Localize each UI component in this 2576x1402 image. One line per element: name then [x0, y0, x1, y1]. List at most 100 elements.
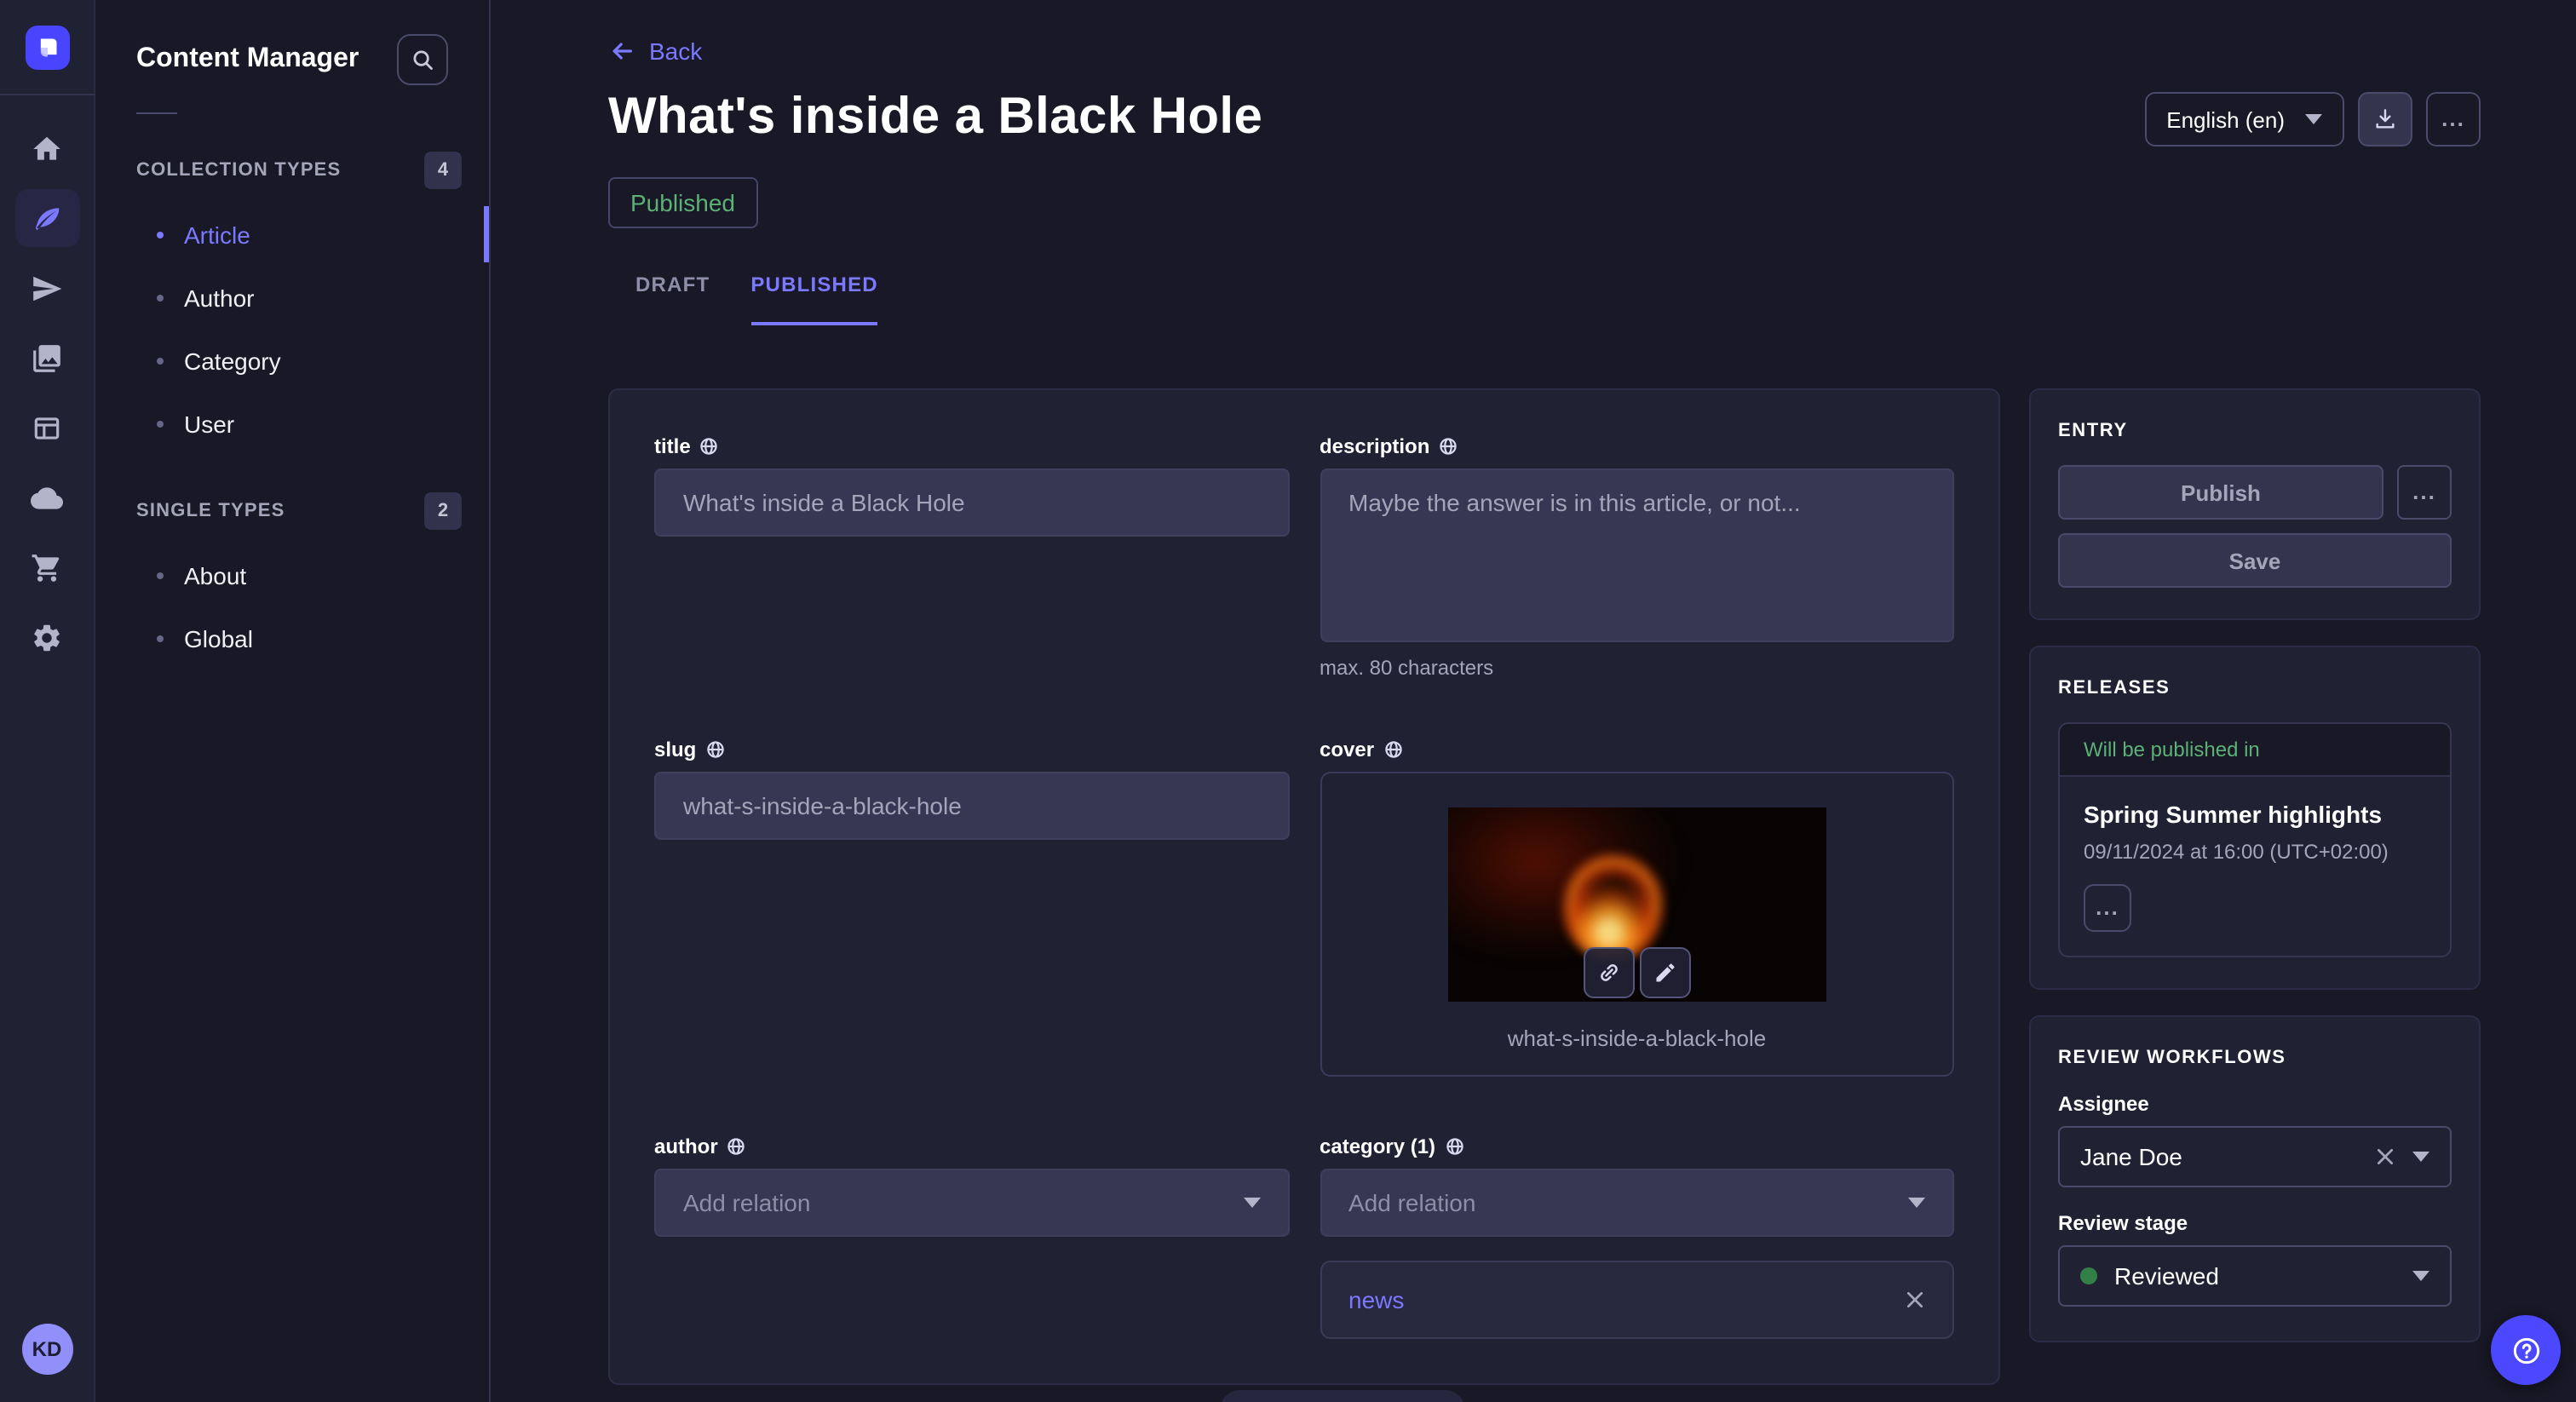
question-mark-icon — [2509, 1333, 2543, 1367]
help-button[interactable] — [2491, 1315, 2561, 1385]
field-category: category (1) Add relation news — [1320, 1135, 1954, 1339]
release-date: 09/11/2024 at 16:00 (UTC+02:00) — [2084, 840, 2426, 864]
release-more-button[interactable]: ... — [2084, 884, 2131, 932]
home-icon[interactable] — [14, 119, 79, 177]
bullet-icon — [157, 357, 164, 364]
sidebar-item-author[interactable]: Author — [95, 266, 489, 329]
locale-select[interactable]: English (en) — [2144, 92, 2344, 147]
edit-media-button[interactable] — [1640, 947, 1691, 998]
field-slug: slug — [654, 738, 1289, 1077]
field-title: title — [654, 434, 1289, 680]
review-stage-label: Review stage — [2058, 1211, 2452, 1235]
side-panels: ENTRY Publish ... Save RELEASES Will be — [2029, 388, 2481, 1342]
collection-types-section: COLLECTION TYPES 4 Article Author Catego… — [95, 152, 489, 455]
marketplace-cart-icon[interactable] — [14, 538, 79, 596]
category-tag-row: news — [1320, 1261, 1954, 1339]
field-cover: cover — [1320, 738, 1954, 1077]
sidebar-divider — [136, 112, 177, 114]
assignee-combobox[interactable]: Jane Doe — [2058, 1126, 2452, 1187]
next-section-peek — [1220, 1390, 1465, 1402]
settings-gear-icon[interactable] — [14, 608, 79, 666]
entry-panel-title: ENTRY — [2058, 421, 2452, 441]
locale-globe-icon — [727, 1136, 747, 1157]
category-tag-news[interactable]: news — [1348, 1286, 1404, 1313]
page-title: What's inside a Black Hole — [608, 89, 1262, 147]
content-manager-app: KD Content Manager COLLECTION TYPES 4 Ar… — [0, 0, 2576, 1402]
locale-globe-icon — [1444, 1136, 1464, 1157]
back-link[interactable]: Back — [608, 37, 702, 65]
slug-input[interactable] — [654, 772, 1289, 840]
rail-nav — [14, 119, 79, 666]
deploy-cloud-icon[interactable] — [14, 468, 79, 526]
version-tabs: DRAFT PUBLISHED — [608, 273, 2481, 325]
chevron-down-icon — [2305, 114, 2322, 124]
download-icon — [2372, 106, 2399, 133]
bullet-icon — [157, 572, 164, 578]
sidebar-item-article[interactable]: Article — [95, 203, 489, 266]
link-icon — [1597, 961, 1621, 985]
review-workflows-panel: REVIEW WORKFLOWS Assignee Jane Doe Revie… — [2029, 1015, 2481, 1342]
cover-media-card: what-s-inside-a-black-hole — [1320, 772, 1954, 1077]
save-button[interactable]: Save — [2058, 533, 2452, 588]
content-type-builder-icon[interactable] — [14, 399, 79, 457]
release-name[interactable]: Spring Summer highlights — [2084, 801, 2426, 828]
strapi-logo-icon — [25, 25, 69, 69]
chevron-down-icon — [2412, 1152, 2429, 1162]
collection-types-count-badge: 4 — [424, 152, 462, 189]
tab-published[interactable]: PUBLISHED — [750, 273, 878, 325]
collection-types-label: COLLECTION TYPES — [136, 160, 341, 181]
category-relation-select[interactable]: Add relation — [1320, 1169, 1954, 1237]
locale-globe-icon — [1438, 436, 1458, 457]
locale-globe-icon — [704, 739, 725, 760]
publish-button[interactable]: Publish — [2058, 465, 2383, 520]
bullet-icon — [157, 635, 164, 641]
field-author: author Add relation — [654, 1135, 1289, 1339]
export-button[interactable] — [2358, 92, 2412, 147]
releases-panel-title: RELEASES — [2058, 678, 2452, 698]
sidebar-item-category[interactable]: Category — [95, 329, 489, 392]
sidebar-item-global[interactable]: Global — [95, 606, 489, 669]
transfer-icon[interactable] — [14, 259, 79, 317]
cover-filename: what-s-inside-a-black-hole — [1508, 1026, 1766, 1051]
bullet-icon — [157, 294, 164, 301]
chevron-down-icon — [1243, 1198, 1260, 1208]
pencil-icon — [1653, 961, 1677, 985]
entry-more-button[interactable]: ... — [2397, 465, 2452, 520]
user-avatar[interactable]: KD — [21, 1324, 72, 1375]
release-card: Will be published in Spring Summer highl… — [2058, 722, 2452, 957]
assignee-label: Assignee — [2058, 1092, 2452, 1116]
tab-draft[interactable]: DRAFT — [635, 273, 710, 325]
author-relation-select[interactable]: Add relation — [654, 1169, 1289, 1237]
sidebar-title: Content Manager — [136, 44, 359, 75]
sidebar-item-user[interactable]: User — [95, 392, 489, 455]
media-library-icon[interactable] — [14, 329, 79, 387]
single-types-section: SINGLE TYPES 2 About Global — [95, 492, 489, 669]
review-workflows-title: REVIEW WORKFLOWS — [2058, 1048, 2452, 1068]
locale-globe-icon — [699, 436, 720, 457]
main-area: Back What's inside a Black Hole English … — [491, 0, 2576, 1402]
remove-tag-button[interactable] — [1905, 1290, 1925, 1310]
single-types-label: SINGLE TYPES — [136, 501, 285, 521]
arrow-left-icon — [608, 37, 635, 65]
content-manager-sidebar: Content Manager COLLECTION TYPES 4 Artic… — [95, 0, 491, 1402]
search-icon — [411, 48, 434, 72]
locale-globe-icon — [1383, 739, 1403, 760]
review-stage-select[interactable]: Reviewed — [2058, 1245, 2452, 1307]
content-manager-icon[interactable] — [14, 189, 79, 247]
stage-status-dot — [2080, 1267, 2097, 1284]
field-description: description Maybe the answer is in this … — [1320, 434, 1954, 680]
main-nav-rail: KD — [0, 0, 95, 1402]
description-textarea[interactable]: Maybe the answer is in this article, or … — [1320, 468, 1954, 642]
strapi-logo-cell[interactable] — [0, 0, 95, 95]
search-button[interactable] — [397, 34, 448, 85]
single-types-count-badge: 2 — [424, 492, 462, 530]
entry-form-card: title description Maybe the answer is in… — [608, 388, 2000, 1385]
clear-assignee-button[interactable] — [2375, 1146, 2395, 1167]
header-more-button[interactable]: ... — [2426, 92, 2481, 147]
sidebar-item-about[interactable]: About — [95, 543, 489, 606]
chevron-down-icon — [2412, 1271, 2429, 1281]
chevron-down-icon — [1908, 1198, 1925, 1208]
copy-link-button[interactable] — [1584, 947, 1635, 998]
status-badge: Published — [608, 177, 757, 228]
title-input[interactable] — [654, 468, 1289, 537]
